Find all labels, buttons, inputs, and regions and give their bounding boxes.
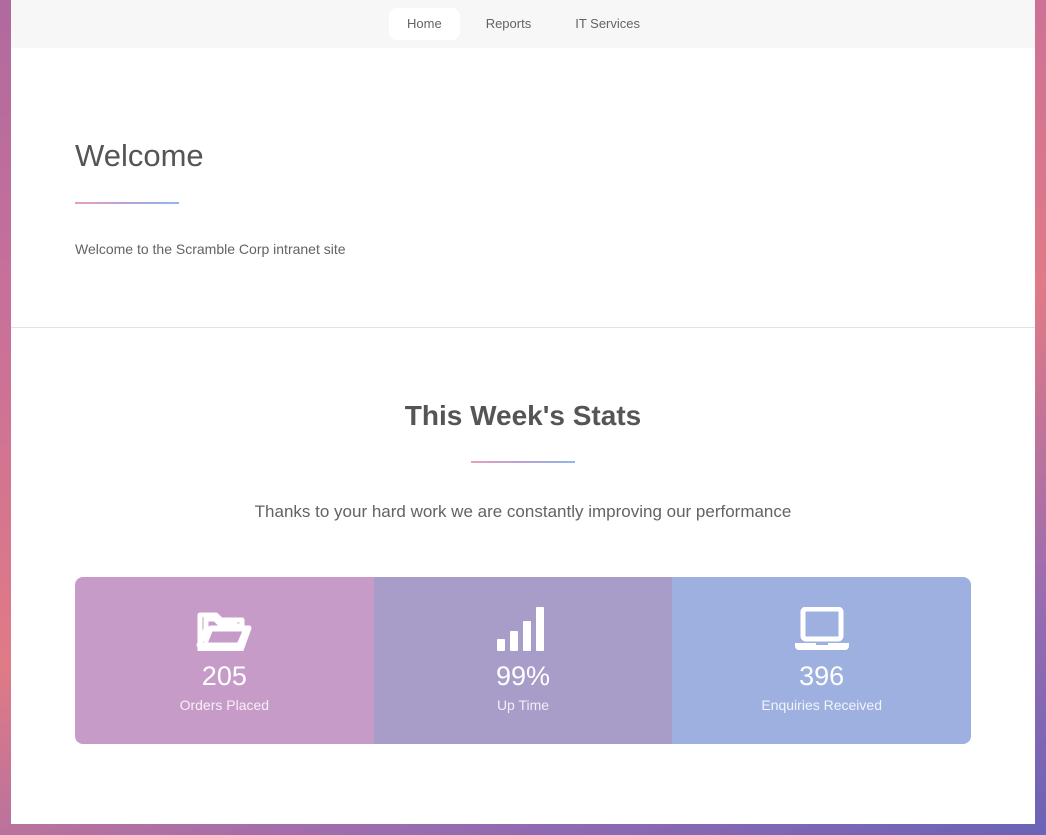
nav-item-reports[interactable]: Reports	[468, 8, 550, 40]
nav-list: Home Reports IT Services	[389, 8, 666, 40]
top-nav: Home Reports IT Services	[11, 0, 1035, 48]
stat-label: Up Time	[496, 697, 550, 713]
signal-bars-icon	[497, 607, 544, 651]
stat-box-uptime: 99% Up Time	[373, 577, 673, 744]
stats-title: This Week's Stats	[404, 400, 642, 431]
welcome-section: Welcome Welcome to the Scramble Corp int…	[11, 48, 1035, 328]
laptop-icon	[794, 607, 849, 650]
folder-open-icon	[196, 612, 252, 651]
stat-box-orders: 205 Orders Placed	[75, 577, 374, 744]
welcome-title: Welcome	[75, 138, 204, 173]
nav-item-home[interactable]: Home	[389, 8, 460, 40]
page-wrapper: Home Reports IT Services Welcome Welcome…	[11, 0, 1035, 824]
title-underline	[75, 202, 179, 204]
stat-value: 99%	[495, 661, 551, 691]
stat-label: Orders Placed	[179, 697, 270, 713]
stat-value: 396	[799, 661, 845, 691]
title-underline	[471, 461, 575, 463]
stats-boxes: 205 Orders Placed 99% Up Time 396 Enquir…	[75, 577, 971, 744]
nav-item-it-services[interactable]: IT Services	[557, 8, 658, 40]
stats-subtitle: Thanks to your hard work we are constant…	[254, 502, 792, 521]
stat-value: 205	[201, 661, 247, 691]
welcome-text: Welcome to the Scramble Corp intranet si…	[75, 241, 346, 257]
stat-label: Enquiries Received	[761, 697, 882, 713]
stat-box-enquiries: 396 Enquiries Received	[672, 577, 971, 744]
